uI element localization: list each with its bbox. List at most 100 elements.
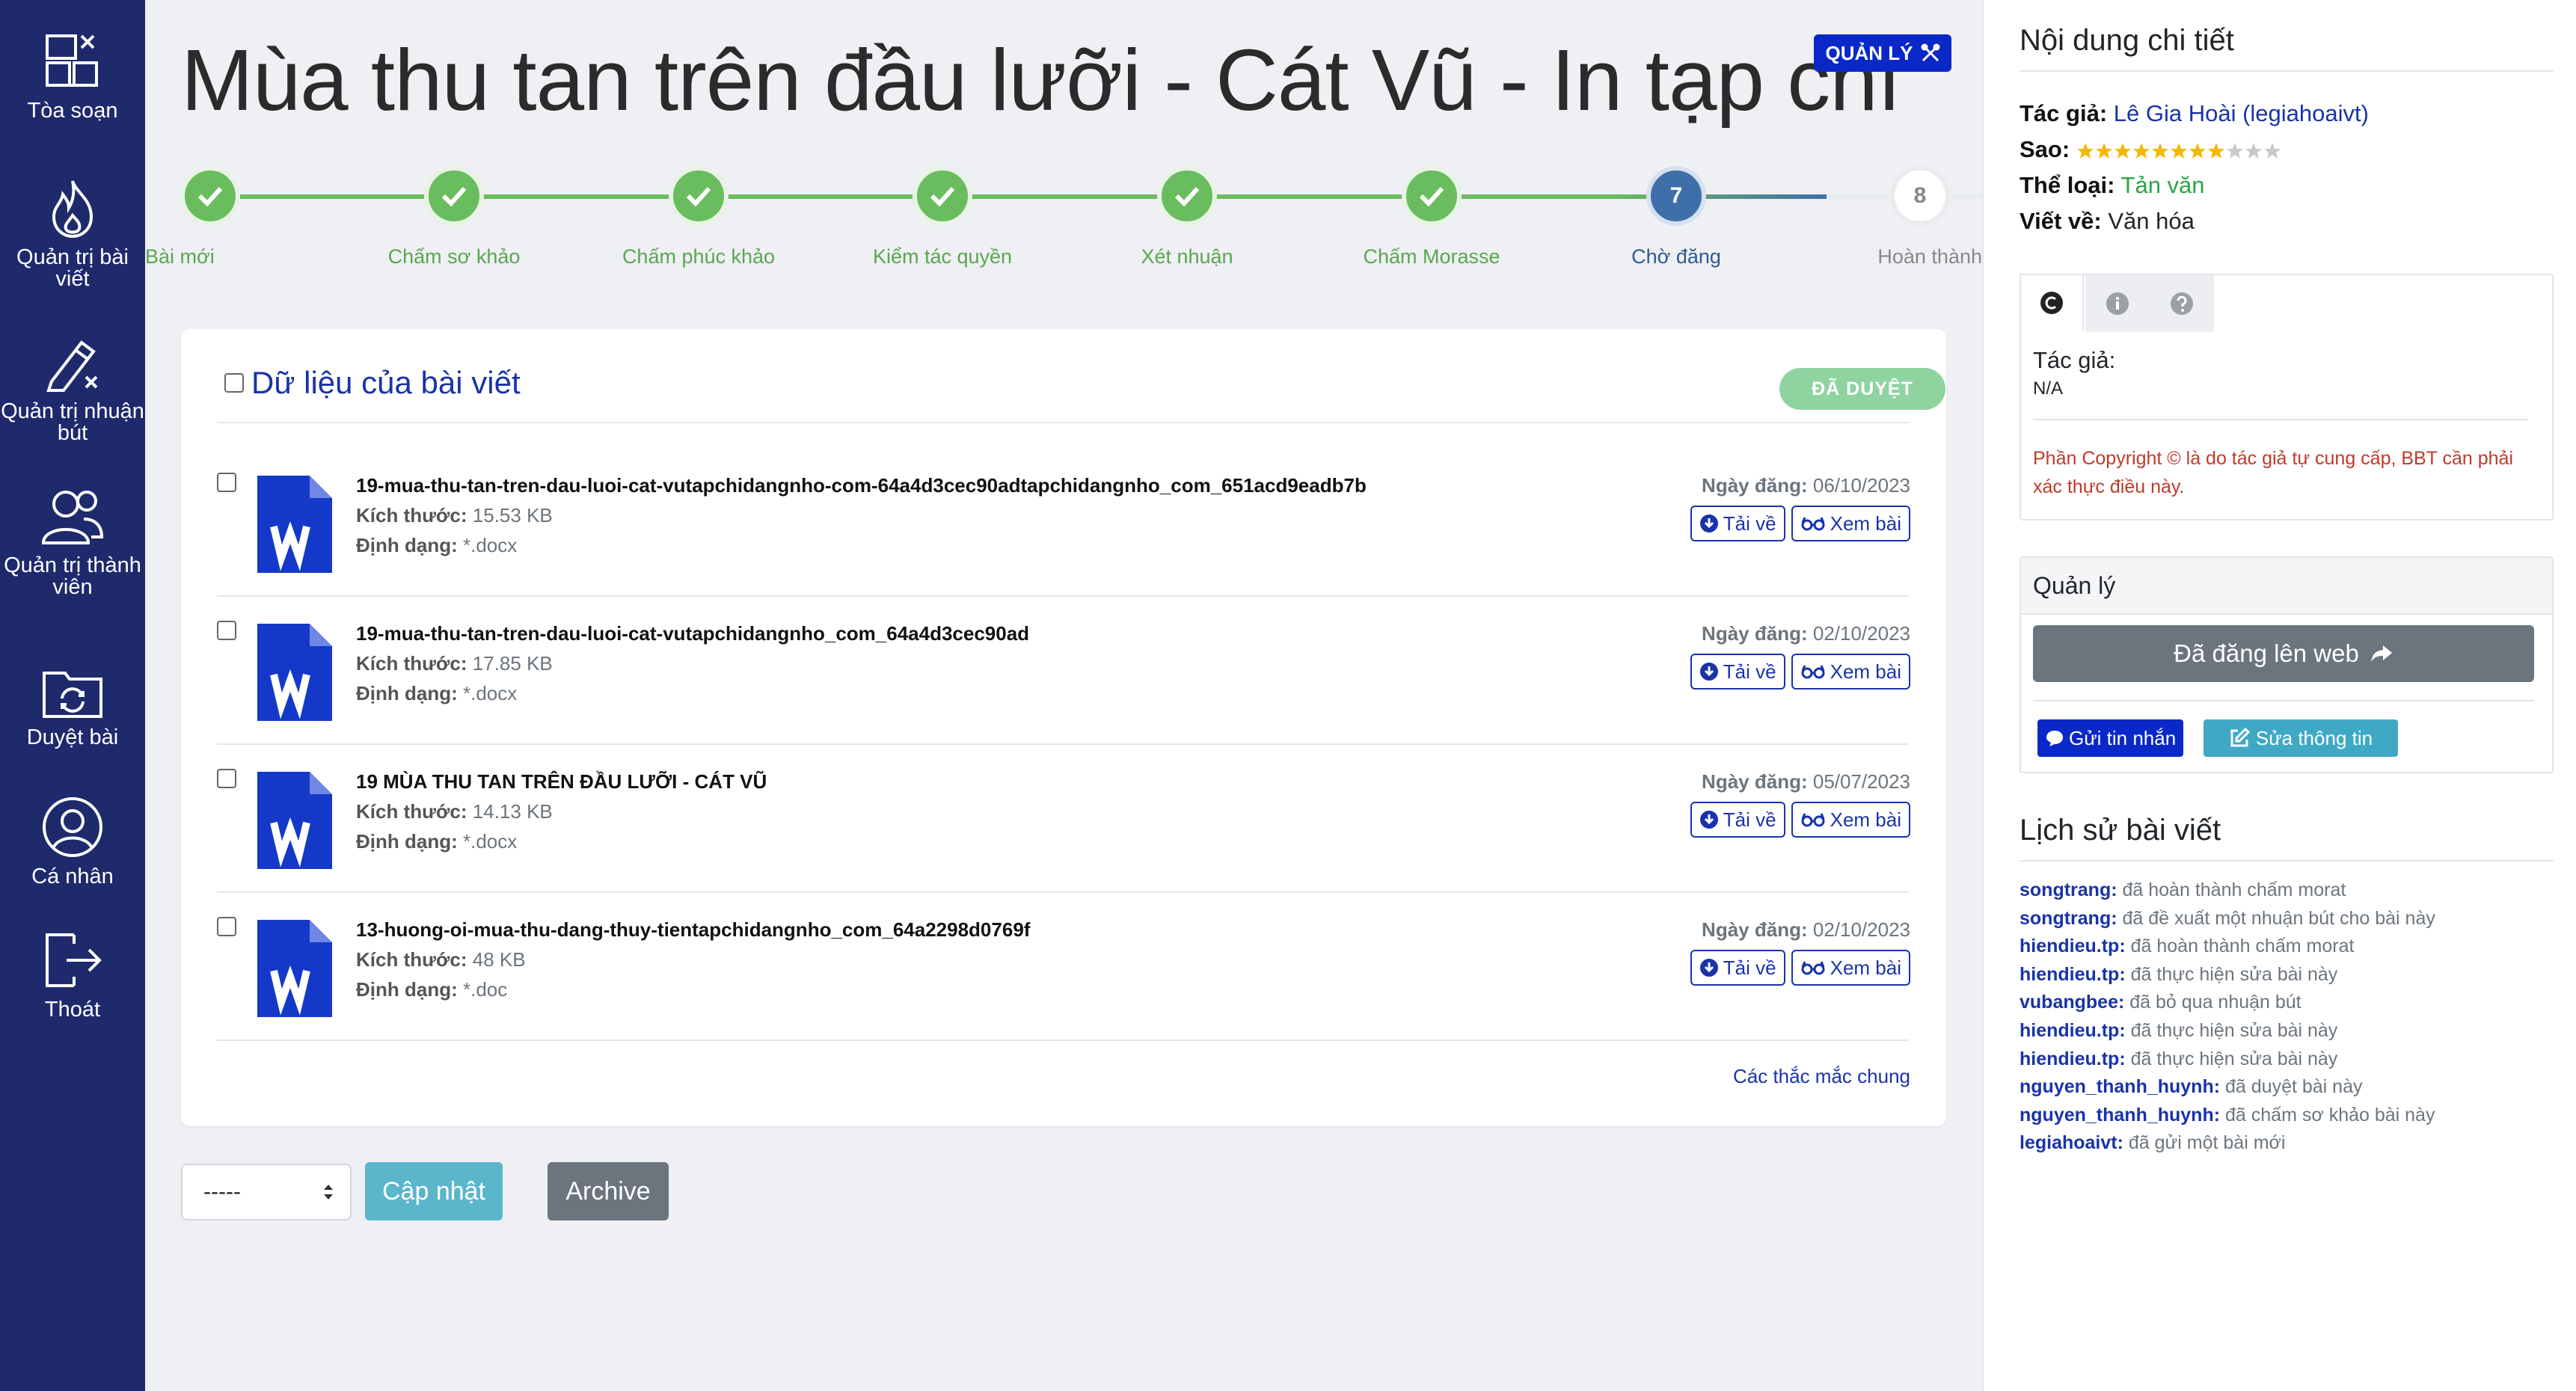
file-checkbox[interactable]	[217, 917, 236, 936]
history-user-link[interactable]: songtrang:	[2020, 908, 2117, 929]
glasses-icon	[1801, 517, 1825, 531]
view-button[interactable]: Xem bài	[1791, 506, 1910, 541]
upload-date: Ngày đăng: 02/10/2023	[1702, 918, 1910, 942]
card-title-text: Dữ liệu của bài viết	[251, 365, 521, 400]
word-file-icon	[257, 772, 332, 869]
star-filled-icon	[2207, 142, 2224, 159]
history-user-link[interactable]: hiendieu.tp:	[2020, 964, 2126, 985]
date-label: Ngày đăng:	[1702, 474, 1808, 497]
file-name: 19-mua-thu-tan-tren-dau-luoi-cat-vutapch…	[356, 474, 1367, 497]
download-icon	[1699, 959, 1718, 977]
history-user-link[interactable]: songtrang:	[2020, 879, 2117, 900]
folder-sync-icon	[43, 672, 102, 718]
logout-icon	[46, 933, 102, 987]
author-link[interactable]: Lê Gia Hoài (legiahoaivt)	[2114, 100, 2369, 126]
step-label-2: Chấm sơ khảo	[387, 245, 521, 268]
manage-button-label: QUẢN LÝ	[1825, 41, 1913, 64]
download-icon	[1699, 663, 1718, 681]
archive-button[interactable]: Archive	[548, 1162, 669, 1220]
tab-copyright[interactable]	[2020, 274, 2084, 331]
tab-author-value: N/A	[2033, 378, 2064, 399]
format-value: *.doc	[463, 978, 508, 1001]
topic-value: Văn hóa	[2108, 208, 2195, 234]
history-user-link[interactable]: hiendieu.tp:	[2020, 1048, 2126, 1069]
history-user-link[interactable]: vubangbee:	[2020, 992, 2124, 1013]
file-checkbox[interactable]	[217, 621, 236, 640]
history-user-link[interactable]: hiendieu.tp:	[2020, 1020, 2126, 1041]
history-user-link[interactable]: nguyen_thanh_huynh:	[2020, 1076, 2220, 1097]
history-user-link[interactable]: legiahoaivt:	[2020, 1132, 2123, 1153]
sidebar-item-members[interactable]: Quản trị thành viên	[0, 488, 145, 598]
star-empty-icon	[2263, 142, 2281, 159]
tab-info[interactable]	[2085, 275, 2150, 332]
page-title: Mùa thu tan trên đầu lưỡi - Cát Vũ - In …	[181, 31, 1901, 129]
download-button[interactable]: Tải về	[1690, 506, 1785, 541]
history-item: songtrang: đã đề xuất một nhuận bút cho …	[2020, 908, 2435, 930]
file-actions: Tải về Xem bài	[1690, 506, 1910, 541]
download-button[interactable]: Tải về	[1690, 950, 1785, 986]
history-title: Lịch sử bài viết	[2020, 814, 2221, 847]
sidebar-item-royalties[interactable]: Quản trị nhuận bút	[0, 335, 145, 444]
star-filled-icon	[2114, 142, 2131, 159]
step-circle-3	[669, 166, 729, 226]
format-label: Định dạng:	[356, 534, 458, 556]
format-label: Định dạng:	[356, 978, 458, 1001]
sidebar-item-profile[interactable]: Cá nhân	[0, 796, 145, 888]
category-link[interactable]: Tản văn	[2121, 172, 2205, 198]
history-action: đã thực hiện sửa bài này	[2130, 1048, 2338, 1069]
download-button[interactable]: Tải về	[1690, 802, 1785, 838]
word-file-icon	[257, 920, 332, 1017]
share-arrow-icon	[2370, 645, 2392, 662]
history-action: đã đề xuất một nhuận bút cho bài này	[2122, 907, 2435, 929]
file-size: Kích thước: 17.85 KB	[356, 652, 553, 675]
send-message-button[interactable]: Gửi tin nhắn	[2037, 719, 2184, 757]
step-label-8: Hoàn thành	[1877, 245, 1982, 268]
status-badge: ĐÃ DUYỆT	[1779, 368, 1945, 410]
file-checkbox[interactable]	[217, 473, 236, 492]
check-icon	[441, 186, 467, 206]
tab-author-label: Tác giả:	[2033, 347, 2116, 373]
upload-date: Ngày đăng: 05/07/2023	[1702, 770, 1910, 793]
sidebar-item-logout[interactable]: Thoát	[0, 929, 145, 1021]
check-icon	[686, 186, 711, 206]
view-button[interactable]: Xem bài	[1791, 654, 1910, 690]
published-button[interactable]: Đã đăng lên web	[2033, 625, 2534, 682]
step-label-5: Xét nhuận	[1141, 245, 1233, 268]
manage-button[interactable]: QUẢN LÝ	[1814, 34, 1951, 72]
file-row: 19-mua-thu-tan-tren-dau-luoi-cat-vutapch…	[181, 597, 1946, 745]
view-button[interactable]: Xem bài	[1791, 802, 1910, 838]
faq-link[interactable]: Các thắc mắc chung	[1733, 1065, 1910, 1088]
select-value: -----	[203, 1179, 241, 1204]
star-filled-icon	[2132, 142, 2150, 159]
file-actions: Tải về Xem bài	[1690, 802, 1910, 838]
copyright-note: Phần Copyright © là do tác giả tự cung c…	[2033, 448, 2514, 497]
divider	[2020, 70, 2554, 72]
download-icon	[1699, 811, 1718, 829]
size-value: 48 KB	[472, 948, 526, 971]
file-checkbox[interactable]	[217, 769, 236, 788]
select-all-checkbox[interactable]	[224, 373, 244, 393]
tab-help[interactable]	[2150, 275, 2214, 332]
stepper-line-current	[1613, 194, 1827, 199]
history-user-link[interactable]: hiendieu.tp:	[2020, 936, 2126, 956]
history-action: đã hoàn thành chấm morat	[2122, 879, 2346, 900]
edit-info-label: Sửa thông tin	[2255, 726, 2373, 749]
step-label-3: Chấm phúc khảo	[622, 245, 776, 268]
sidebar-item-posts[interactable]: Quản trị bài viết	[0, 178, 145, 290]
upload-date: Ngày đăng: 02/10/2023	[1702, 622, 1910, 645]
file-actions: Tải về Xem bài	[1690, 950, 1910, 986]
download-button[interactable]: Tải về	[1690, 654, 1785, 690]
download-label: Tải về	[1723, 512, 1776, 535]
star-filled-icon	[2170, 142, 2187, 159]
sidebar-item-newsroom[interactable]: Tòa soạn	[0, 30, 145, 122]
step-label-1: Bài mới	[145, 245, 215, 268]
update-button[interactable]: Cập nhật	[365, 1162, 503, 1220]
history-user-link[interactable]: nguyen_thanh_huynh:	[2020, 1105, 2220, 1126]
sidebar-item-review[interactable]: Duyệt bài	[0, 666, 145, 749]
file-format: Định dạng: *.docx	[356, 682, 517, 705]
star-empty-icon	[2245, 142, 2262, 159]
view-label: Xem bài	[1830, 660, 1901, 683]
bulk-action-select[interactable]: -----	[181, 1164, 352, 1220]
edit-info-button[interactable]: Sửa thông tin	[2204, 719, 2398, 757]
view-button[interactable]: Xem bài	[1791, 950, 1910, 986]
